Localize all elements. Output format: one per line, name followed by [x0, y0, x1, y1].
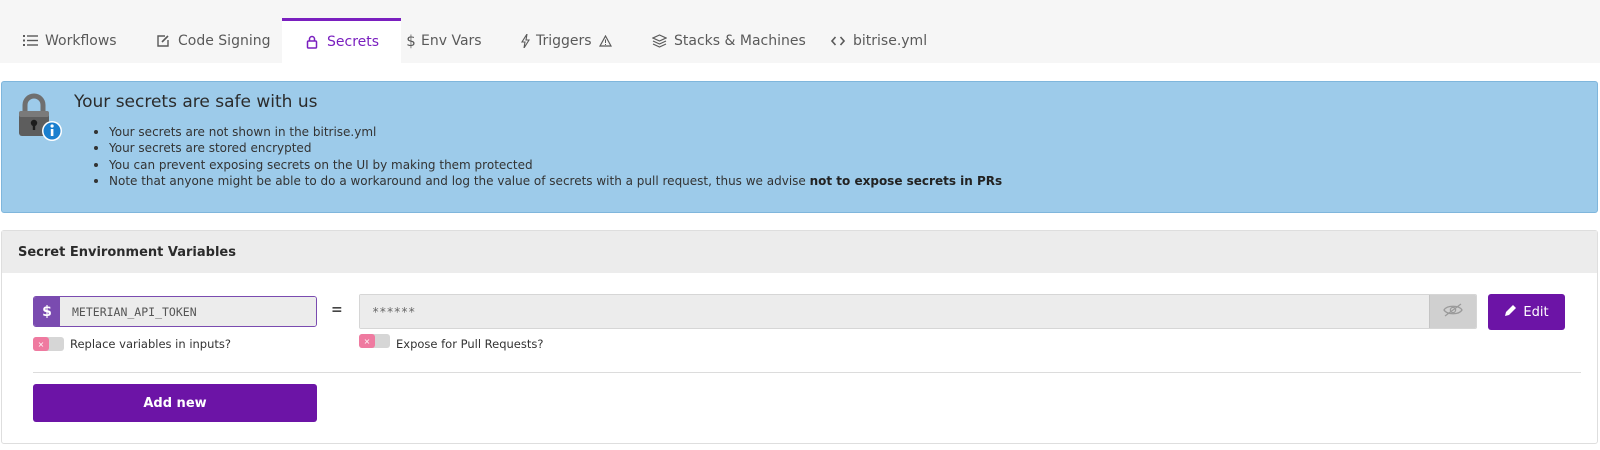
padlock-info-icon: [16, 92, 66, 144]
tab-secrets[interactable]: Secrets: [282, 18, 402, 63]
add-new-button[interactable]: Add new: [33, 384, 317, 422]
dollar-icon: $: [34, 297, 60, 326]
layers-icon: [651, 33, 667, 49]
list-item: You can prevent exposing secrets on the …: [94, 157, 1002, 173]
tab-bitrise-yml[interactable]: bitrise.yml: [830, 18, 927, 63]
tab-code-signing[interactable]: Code Signing: [155, 18, 270, 63]
replace-variables-toggle[interactable]: ×: [33, 337, 64, 351]
eye-slash-icon: [1442, 302, 1464, 321]
tab-label: Env Vars: [421, 32, 482, 49]
list-item: Note that anyone might be able to do a w…: [94, 173, 1002, 189]
expose-pr-label: Expose for Pull Requests?: [396, 337, 544, 351]
code-icon: [830, 33, 846, 49]
tab-label: Stacks & Machines: [674, 32, 806, 49]
tab-label: Code Signing: [178, 32, 271, 49]
equals-sign: =: [331, 302, 343, 318]
warning-icon: [598, 34, 612, 47]
divider: [33, 372, 1581, 373]
tab-label: Triggers: [536, 32, 592, 49]
tab-label: Workflows: [45, 32, 117, 49]
toggle-off-icon: ×: [33, 337, 49, 351]
lock-icon: [304, 34, 320, 50]
list-item-emphasis: not to expose secrets in PRs: [809, 173, 1003, 188]
secrets-info-banner: Your secrets are safe with us Your secre…: [1, 81, 1598, 213]
pencil-icon: [1504, 304, 1517, 321]
edit-button[interactable]: Edit: [1488, 294, 1565, 330]
secret-value-field: [359, 294, 1477, 329]
list-item-text: Note that anyone might be able to do a w…: [109, 173, 810, 188]
banner-title: Your secrets are safe with us: [74, 92, 318, 112]
list-item: Your secrets are stored encrypted: [94, 140, 1002, 156]
tab-env-vars[interactable]: $ Env Vars: [406, 18, 482, 63]
panel-title: Secret Environment Variables: [2, 231, 1597, 273]
tab-workflows[interactable]: Workflows: [22, 18, 117, 63]
tab-bar: Workflows Code Signing Secrets $ Env Var…: [0, 0, 1600, 63]
replace-variables-label: Replace variables in inputs?: [70, 337, 231, 351]
secret-key-field: $: [33, 296, 317, 327]
secret-env-vars-panel: Secret Environment Variables $ = Edit × …: [1, 230, 1598, 444]
list-item: Your secrets are not shown in the bitris…: [94, 124, 1002, 140]
secret-value-input[interactable]: [360, 295, 1429, 328]
list-icon: [22, 33, 38, 49]
banner-list: Your secrets are not shown in the bitris…: [94, 124, 1002, 189]
edit-label: Edit: [1523, 304, 1549, 320]
lightning-icon: [520, 33, 530, 49]
tab-triggers[interactable]: Triggers: [520, 18, 612, 63]
edit-square-icon: [155, 33, 171, 49]
reveal-secret-button[interactable]: [1429, 295, 1476, 328]
tab-label: bitrise.yml: [853, 32, 928, 49]
dollar-icon: $: [406, 31, 416, 50]
tab-label: Secrets: [327, 34, 380, 50]
secret-key-input[interactable]: [60, 297, 316, 326]
tab-stacks-machines[interactable]: Stacks & Machines: [651, 18, 806, 63]
toggle-off-icon: ×: [359, 334, 375, 348]
expose-pr-toggle[interactable]: ×: [359, 334, 390, 348]
